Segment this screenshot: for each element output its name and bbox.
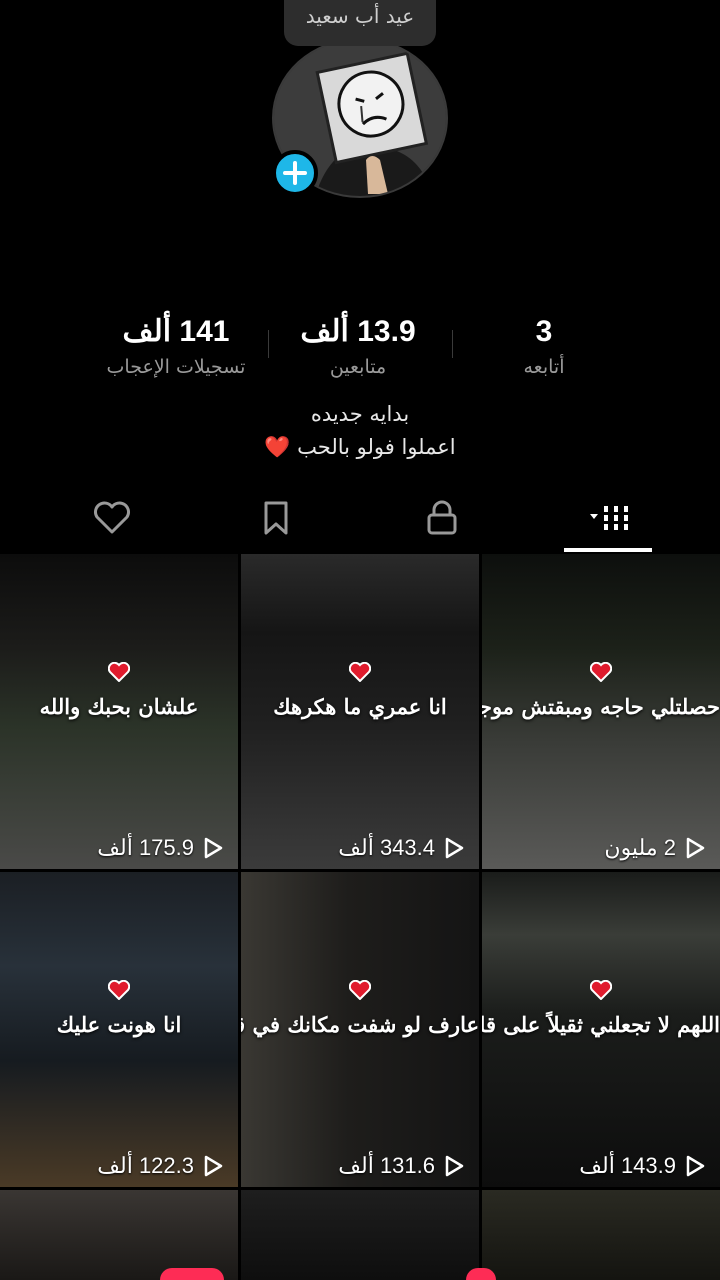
menu-icon[interactable] [28,0,64,12]
tab-private[interactable] [392,490,492,546]
add-story-button[interactable] [272,150,318,196]
tab-videos[interactable] [558,490,658,546]
video-tile[interactable]: انا عمري ما هكرهك 343.4 ألف [241,554,479,869]
video-tile[interactable] [482,1190,720,1280]
name-tooltip: عيد أب سعيد [284,0,436,46]
video-caption: انا عمري ما هكرهك [273,694,447,719]
video-tile[interactable]: اللهم لا تجعلني ثقيلاً على قلب أحد 143.9… [482,872,720,1187]
play-icon [445,1155,464,1177]
view-count-text: 2 مليون [604,835,676,860]
view-count-text: 122.3 ألف [97,1153,194,1178]
play-icon [686,837,705,859]
video-tile[interactable]: انا هونت عليك 122.3 ألف [0,872,238,1187]
edit-icon[interactable] [100,0,136,12]
profile-card-icon[interactable] [176,0,212,12]
video-caption: حصلتلي حاجه ومبقتش موجود [482,694,720,719]
followers-count: 13.9 ألف [300,315,416,348]
video-tile[interactable]: علشان بحبك والله 175.9 ألف [0,554,238,869]
bio-line-1: بدايه جديده [310,402,410,426]
notification-badge [160,1268,224,1280]
play-icon [204,1155,223,1177]
following-count: 3 [535,315,553,348]
heart-emoji-icon [108,980,130,1000]
tab-saved[interactable] [226,490,326,546]
active-tab-indicator [564,548,652,552]
view-count: 2 مليون [604,835,706,861]
view-count: 175.9 ألف [97,835,224,861]
likes-count: 141 ألف [122,315,230,348]
view-count-text: 175.9 ألف [97,835,194,860]
view-count-text: 143.9 ألف [579,1153,676,1178]
profile-stats: 3 أتابعه 13.9 ألف متابعين 141 ألف تسجيلا… [0,312,720,392]
heart-emoji-icon [349,662,371,682]
video-tile[interactable]: عارف لو شفت مكانك في قلبي 131.6 ألف [241,872,479,1187]
view-count: 131.6 ألف [338,1153,465,1179]
view-count: 122.3 ألف [97,1153,224,1179]
play-icon [686,1155,705,1177]
grid-icon [590,506,628,530]
view-count: 143.9 ألف [579,1153,706,1179]
stats-divider [268,330,269,358]
notification-badge [466,1268,496,1280]
play-icon [204,837,223,859]
likes-stat[interactable]: 141 ألف تسجيلات الإعجاب [86,312,266,382]
plus-icon [283,161,307,185]
following-stat[interactable]: 3 أتابعه [454,312,634,382]
heart-emoji-icon [349,980,371,1000]
bookmark-icon [264,501,288,535]
video-caption: اللهم لا تجعلني ثقيلاً على قلب أحد [482,1012,720,1037]
view-count: 343.4 ألف [338,835,465,861]
following-label: أتابعه [523,356,565,378]
stats-divider [452,330,453,358]
profile-tabs [0,490,720,554]
play-icon [445,837,464,859]
video-caption: انا هونت عليك [56,1012,182,1037]
heart-icon [94,501,130,534]
video-tile[interactable]: حصلتلي حاجه ومبقتش موجود 2 مليون [482,554,720,869]
video-grid: حصلتلي حاجه ومبقتش موجود 2 مليون انا عمر… [0,554,720,1280]
video-tile[interactable] [241,1190,479,1280]
followers-stat[interactable]: 13.9 ألف متابعين [268,312,448,382]
heart-emoji-icon [590,980,612,1000]
video-tile[interactable] [0,1190,238,1280]
bio-line-2: اعملوا فولو بالحب ❤️ [264,435,456,459]
bio: بدايه جديده اعملوا فولو بالحب ❤️ [0,398,720,464]
video-caption: علشان بحبك والله [39,694,199,719]
heart-emoji-icon [590,662,612,682]
view-count-text: 343.4 ألف [338,835,435,860]
view-count-text: 131.6 ألف [338,1153,435,1178]
followers-label: متابعين [329,356,387,378]
tab-liked[interactable] [62,490,162,546]
likes-label: تسجيلات الإعجاب [106,356,246,378]
share-icon[interactable] [650,0,686,12]
profile-avatar-area [272,38,448,198]
heart-emoji-icon [108,662,130,682]
lock-icon [427,500,457,535]
video-caption: عارف لو شفت مكانك في قلبي [241,1012,479,1037]
